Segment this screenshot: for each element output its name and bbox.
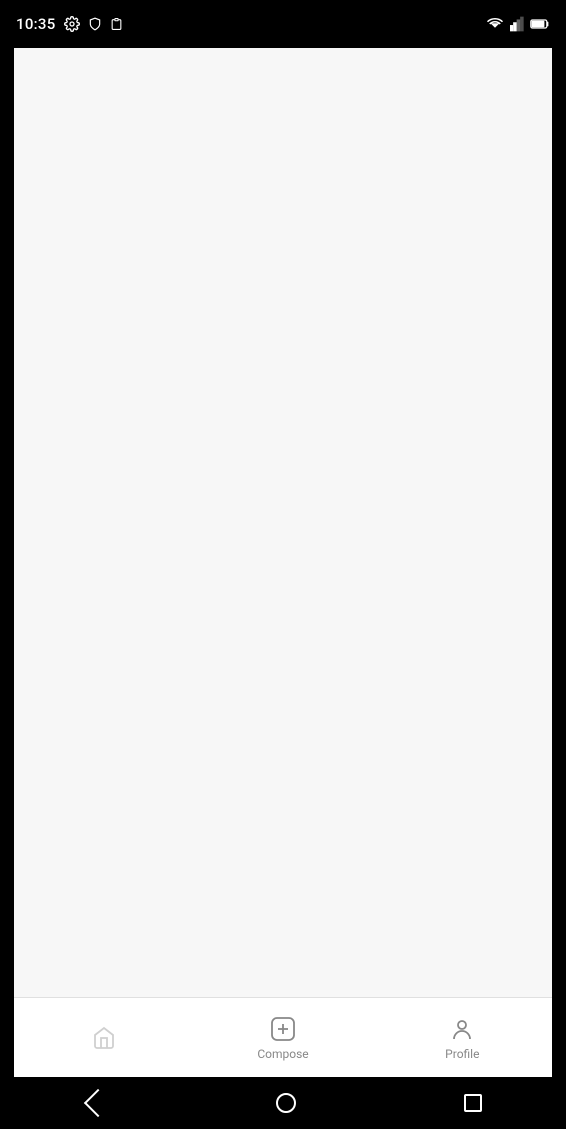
- status-bar-right: [486, 16, 550, 32]
- compose-icon: [269, 1015, 297, 1043]
- profile-label: Profile: [445, 1047, 479, 1061]
- shield-icon: [88, 16, 102, 32]
- signal-icon: [510, 16, 524, 32]
- home-circle-icon: [276, 1093, 296, 1113]
- recents-icon: [464, 1094, 482, 1112]
- nav-item-profile[interactable]: Profile: [373, 1009, 552, 1067]
- nav-item-home[interactable]: [14, 1018, 193, 1058]
- android-nav: [0, 1077, 566, 1129]
- wifi-icon: [486, 17, 504, 31]
- clipboard-icon: [110, 16, 123, 32]
- main-content: [14, 48, 552, 997]
- status-bar: 10:35: [0, 0, 566, 48]
- compose-label: Compose: [257, 1047, 308, 1061]
- home-icon: [90, 1024, 118, 1052]
- status-bar-left: 10:35: [16, 15, 123, 33]
- nav-item-compose[interactable]: Compose: [193, 1009, 372, 1067]
- phone-frame: 10:35: [0, 0, 566, 1129]
- battery-icon: [530, 17, 550, 31]
- status-time: 10:35: [16, 15, 56, 33]
- app-screen: Compose Profile: [14, 48, 552, 1077]
- back-icon: [84, 1089, 112, 1117]
- profile-icon: [448, 1015, 476, 1043]
- bottom-nav: Compose Profile: [14, 997, 552, 1077]
- home-button[interactable]: [276, 1093, 296, 1113]
- back-button[interactable]: [84, 1093, 108, 1113]
- recents-button[interactable]: [464, 1094, 482, 1112]
- settings-icon: [64, 16, 80, 32]
